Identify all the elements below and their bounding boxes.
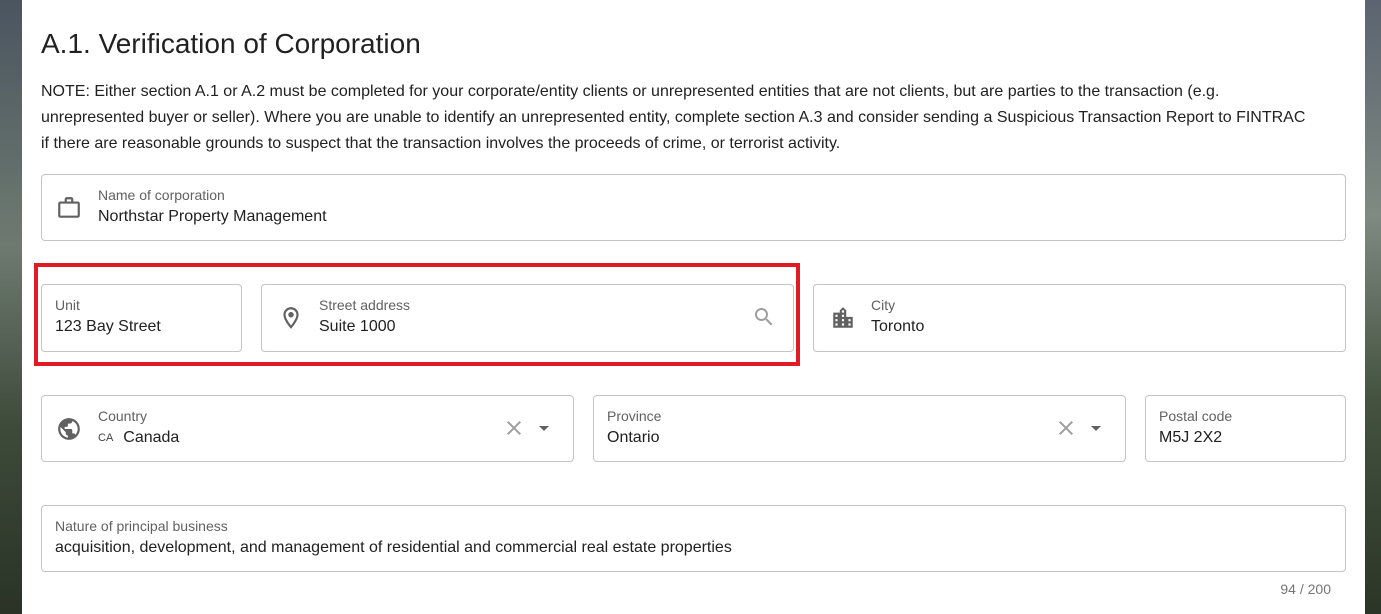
country-label: Country: [98, 408, 148, 424]
city-field[interactable]: City Toronto: [813, 284, 1346, 352]
city-value[interactable]: Toronto: [871, 318, 924, 336]
nature-of-business-field[interactable]: Nature of principal business acquisition…: [41, 505, 1346, 572]
nature-of-business-value[interactable]: acquisition, development, and management…: [55, 539, 732, 557]
corporation-name-value[interactable]: Northstar Property Management: [98, 208, 327, 226]
section-note: NOTE: Either section A.1 or A.2 must be …: [41, 83, 1306, 152]
clear-icon[interactable]: [1054, 416, 1078, 440]
dropdown-arrow-icon[interactable]: [532, 416, 556, 440]
city-label: City: [871, 297, 896, 313]
background-right-edge: [1365, 0, 1381, 614]
country-field[interactable]: Country CA Canada: [41, 395, 574, 462]
country-value[interactable]: CA Canada: [98, 429, 179, 447]
postal-code-field[interactable]: Postal code M5J 2X2: [1145, 395, 1346, 462]
province-field[interactable]: Province Ontario: [593, 395, 1126, 462]
province-value[interactable]: Ontario: [607, 429, 659, 447]
street-address-label: Street address: [319, 297, 411, 313]
search-icon[interactable]: [752, 305, 776, 329]
corporation-name-label: Name of corporation: [98, 187, 225, 203]
unit-label: Unit: [55, 297, 80, 313]
dropdown-arrow-icon[interactable]: [1084, 416, 1108, 440]
country-name: Canada: [123, 429, 180, 446]
globe-icon: [56, 416, 82, 442]
unit-field[interactable]: Unit 123 Bay Street: [41, 284, 242, 352]
street-address-value[interactable]: Suite 1000: [319, 318, 396, 336]
city-buildings-icon: [830, 305, 856, 331]
nature-of-business-label: Nature of principal business: [55, 518, 228, 534]
postal-code-value[interactable]: M5J 2X2: [1159, 429, 1222, 447]
corporation-name-field[interactable]: Name of corporation Northstar Property M…: [41, 174, 1346, 241]
background-left-edge: [0, 0, 22, 614]
section-title: A.1. Verification of Corporation: [41, 28, 421, 59]
street-address-field[interactable]: Street address Suite 1000: [261, 284, 794, 352]
character-counter: 94 / 200: [1280, 581, 1331, 597]
country-code: CA: [98, 432, 114, 444]
location-pin-icon: [278, 305, 304, 331]
form-card: A.1. Verification of Corporation NOTE: E…: [22, 0, 1365, 614]
postal-code-label: Postal code: [1159, 408, 1233, 424]
clear-icon[interactable]: [502, 416, 526, 440]
province-label: Province: [607, 408, 662, 424]
briefcase-icon: [56, 195, 82, 221]
unit-value[interactable]: 123 Bay Street: [55, 318, 161, 336]
